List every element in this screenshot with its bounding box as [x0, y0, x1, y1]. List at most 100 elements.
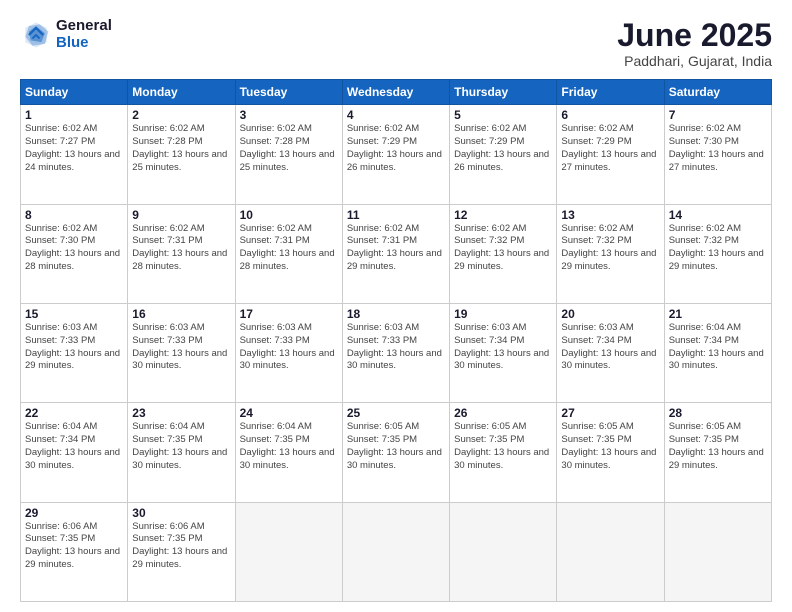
table-row: 13 Sunrise: 6:02 AM Sunset: 7:32 PM Dayl… [557, 204, 664, 303]
sunrise-label: Sunrise: 6:02 AM [132, 223, 204, 234]
table-row: 27 Sunrise: 6:05 AM Sunset: 7:35 PM Dayl… [557, 403, 664, 502]
day-info: Sunrise: 6:02 AM Sunset: 7:32 PM Dayligh… [669, 223, 767, 274]
sunset-label: Sunset: 7:31 PM [347, 235, 417, 246]
daylight-label: Daylight: 13 hours and 30 minutes. [132, 348, 227, 372]
logo-icon [20, 19, 52, 51]
daylight-label: Daylight: 13 hours and 30 minutes. [561, 447, 656, 471]
sunset-label: Sunset: 7:35 PM [561, 434, 631, 445]
table-row: 26 Sunrise: 6:05 AM Sunset: 7:35 PM Dayl… [450, 403, 557, 502]
sunset-label: Sunset: 7:29 PM [561, 136, 631, 147]
daylight-label: Daylight: 13 hours and 29 minutes. [25, 348, 120, 372]
calendar-week-row: 29 Sunrise: 6:06 AM Sunset: 7:35 PM Dayl… [21, 502, 772, 601]
sunset-label: Sunset: 7:35 PM [454, 434, 524, 445]
table-row: 3 Sunrise: 6:02 AM Sunset: 7:28 PM Dayli… [235, 105, 342, 204]
day-number: 19 [454, 307, 552, 321]
daylight-label: Daylight: 13 hours and 29 minutes. [132, 546, 227, 570]
sunrise-label: Sunrise: 6:02 AM [669, 223, 741, 234]
day-number: 28 [669, 406, 767, 420]
sunrise-label: Sunrise: 6:03 AM [240, 322, 312, 333]
day-number: 24 [240, 406, 338, 420]
logo-general: General [56, 18, 112, 35]
daylight-label: Daylight: 13 hours and 27 minutes. [669, 149, 764, 173]
header: General Blue June 2025 Paddhari, Gujarat… [20, 18, 772, 69]
table-row: 16 Sunrise: 6:03 AM Sunset: 7:33 PM Dayl… [128, 303, 235, 402]
sunrise-label: Sunrise: 6:05 AM [347, 421, 419, 432]
day-number: 25 [347, 406, 445, 420]
day-info: Sunrise: 6:03 AM Sunset: 7:33 PM Dayligh… [132, 322, 230, 373]
daylight-label: Daylight: 13 hours and 30 minutes. [25, 447, 120, 471]
calendar-header-row: Sunday Monday Tuesday Wednesday Thursday… [21, 80, 772, 105]
day-info: Sunrise: 6:02 AM Sunset: 7:29 PM Dayligh… [454, 123, 552, 174]
day-info: Sunrise: 6:05 AM Sunset: 7:35 PM Dayligh… [669, 421, 767, 472]
sunset-label: Sunset: 7:31 PM [240, 235, 310, 246]
table-row: 11 Sunrise: 6:02 AM Sunset: 7:31 PM Dayl… [342, 204, 449, 303]
day-info: Sunrise: 6:06 AM Sunset: 7:35 PM Dayligh… [25, 521, 123, 572]
day-number: 6 [561, 108, 659, 122]
day-info: Sunrise: 6:03 AM Sunset: 7:34 PM Dayligh… [561, 322, 659, 373]
day-info: Sunrise: 6:02 AM Sunset: 7:27 PM Dayligh… [25, 123, 123, 174]
daylight-label: Daylight: 13 hours and 30 minutes. [132, 447, 227, 471]
day-number: 8 [25, 208, 123, 222]
day-info: Sunrise: 6:02 AM Sunset: 7:30 PM Dayligh… [25, 223, 123, 274]
day-number: 11 [347, 208, 445, 222]
table-row [342, 502, 449, 601]
sunset-label: Sunset: 7:28 PM [132, 136, 202, 147]
col-monday: Monday [128, 80, 235, 105]
sunset-label: Sunset: 7:34 PM [454, 335, 524, 346]
day-info: Sunrise: 6:02 AM Sunset: 7:30 PM Dayligh… [669, 123, 767, 174]
logo-blue: Blue [56, 35, 112, 52]
day-info: Sunrise: 6:04 AM Sunset: 7:34 PM Dayligh… [25, 421, 123, 472]
sunrise-label: Sunrise: 6:04 AM [132, 421, 204, 432]
table-row: 23 Sunrise: 6:04 AM Sunset: 7:35 PM Dayl… [128, 403, 235, 502]
sunset-label: Sunset: 7:33 PM [347, 335, 417, 346]
sunrise-label: Sunrise: 6:02 AM [240, 123, 312, 134]
day-number: 12 [454, 208, 552, 222]
sunset-label: Sunset: 7:28 PM [240, 136, 310, 147]
table-row: 21 Sunrise: 6:04 AM Sunset: 7:34 PM Dayl… [664, 303, 771, 402]
col-sunday: Sunday [21, 80, 128, 105]
sunset-label: Sunset: 7:35 PM [25, 533, 95, 544]
day-info: Sunrise: 6:02 AM Sunset: 7:32 PM Dayligh… [454, 223, 552, 274]
sunset-label: Sunset: 7:34 PM [25, 434, 95, 445]
day-number: 4 [347, 108, 445, 122]
day-number: 10 [240, 208, 338, 222]
day-number: 30 [132, 506, 230, 520]
day-number: 17 [240, 307, 338, 321]
sunset-label: Sunset: 7:30 PM [25, 235, 95, 246]
sunrise-label: Sunrise: 6:02 AM [132, 123, 204, 134]
sunrise-label: Sunrise: 6:03 AM [132, 322, 204, 333]
daylight-label: Daylight: 13 hours and 30 minutes. [669, 348, 764, 372]
table-row: 1 Sunrise: 6:02 AM Sunset: 7:27 PM Dayli… [21, 105, 128, 204]
day-number: 5 [454, 108, 552, 122]
sunset-label: Sunset: 7:29 PM [454, 136, 524, 147]
sunrise-label: Sunrise: 6:03 AM [347, 322, 419, 333]
sunset-label: Sunset: 7:33 PM [240, 335, 310, 346]
month-title: June 2025 [617, 18, 772, 53]
table-row: 22 Sunrise: 6:04 AM Sunset: 7:34 PM Dayl… [21, 403, 128, 502]
daylight-label: Daylight: 13 hours and 25 minutes. [132, 149, 227, 173]
table-row: 19 Sunrise: 6:03 AM Sunset: 7:34 PM Dayl… [450, 303, 557, 402]
day-info: Sunrise: 6:02 AM Sunset: 7:29 PM Dayligh… [561, 123, 659, 174]
day-info: Sunrise: 6:05 AM Sunset: 7:35 PM Dayligh… [561, 421, 659, 472]
sunset-label: Sunset: 7:29 PM [347, 136, 417, 147]
daylight-label: Daylight: 13 hours and 30 minutes. [454, 447, 549, 471]
sunset-label: Sunset: 7:27 PM [25, 136, 95, 147]
sunrise-label: Sunrise: 6:02 AM [454, 123, 526, 134]
sunset-label: Sunset: 7:35 PM [347, 434, 417, 445]
daylight-label: Daylight: 13 hours and 29 minutes. [25, 546, 120, 570]
table-row: 12 Sunrise: 6:02 AM Sunset: 7:32 PM Dayl… [450, 204, 557, 303]
day-number: 3 [240, 108, 338, 122]
sunrise-label: Sunrise: 6:04 AM [669, 322, 741, 333]
day-number: 20 [561, 307, 659, 321]
day-number: 7 [669, 108, 767, 122]
day-info: Sunrise: 6:06 AM Sunset: 7:35 PM Dayligh… [132, 521, 230, 572]
daylight-label: Daylight: 13 hours and 30 minutes. [561, 348, 656, 372]
day-info: Sunrise: 6:04 AM Sunset: 7:35 PM Dayligh… [240, 421, 338, 472]
page: General Blue June 2025 Paddhari, Gujarat… [0, 0, 792, 612]
day-number: 27 [561, 406, 659, 420]
col-tuesday: Tuesday [235, 80, 342, 105]
sunrise-label: Sunrise: 6:04 AM [25, 421, 97, 432]
table-row: 15 Sunrise: 6:03 AM Sunset: 7:33 PM Dayl… [21, 303, 128, 402]
daylight-label: Daylight: 13 hours and 30 minutes. [240, 447, 335, 471]
day-number: 2 [132, 108, 230, 122]
